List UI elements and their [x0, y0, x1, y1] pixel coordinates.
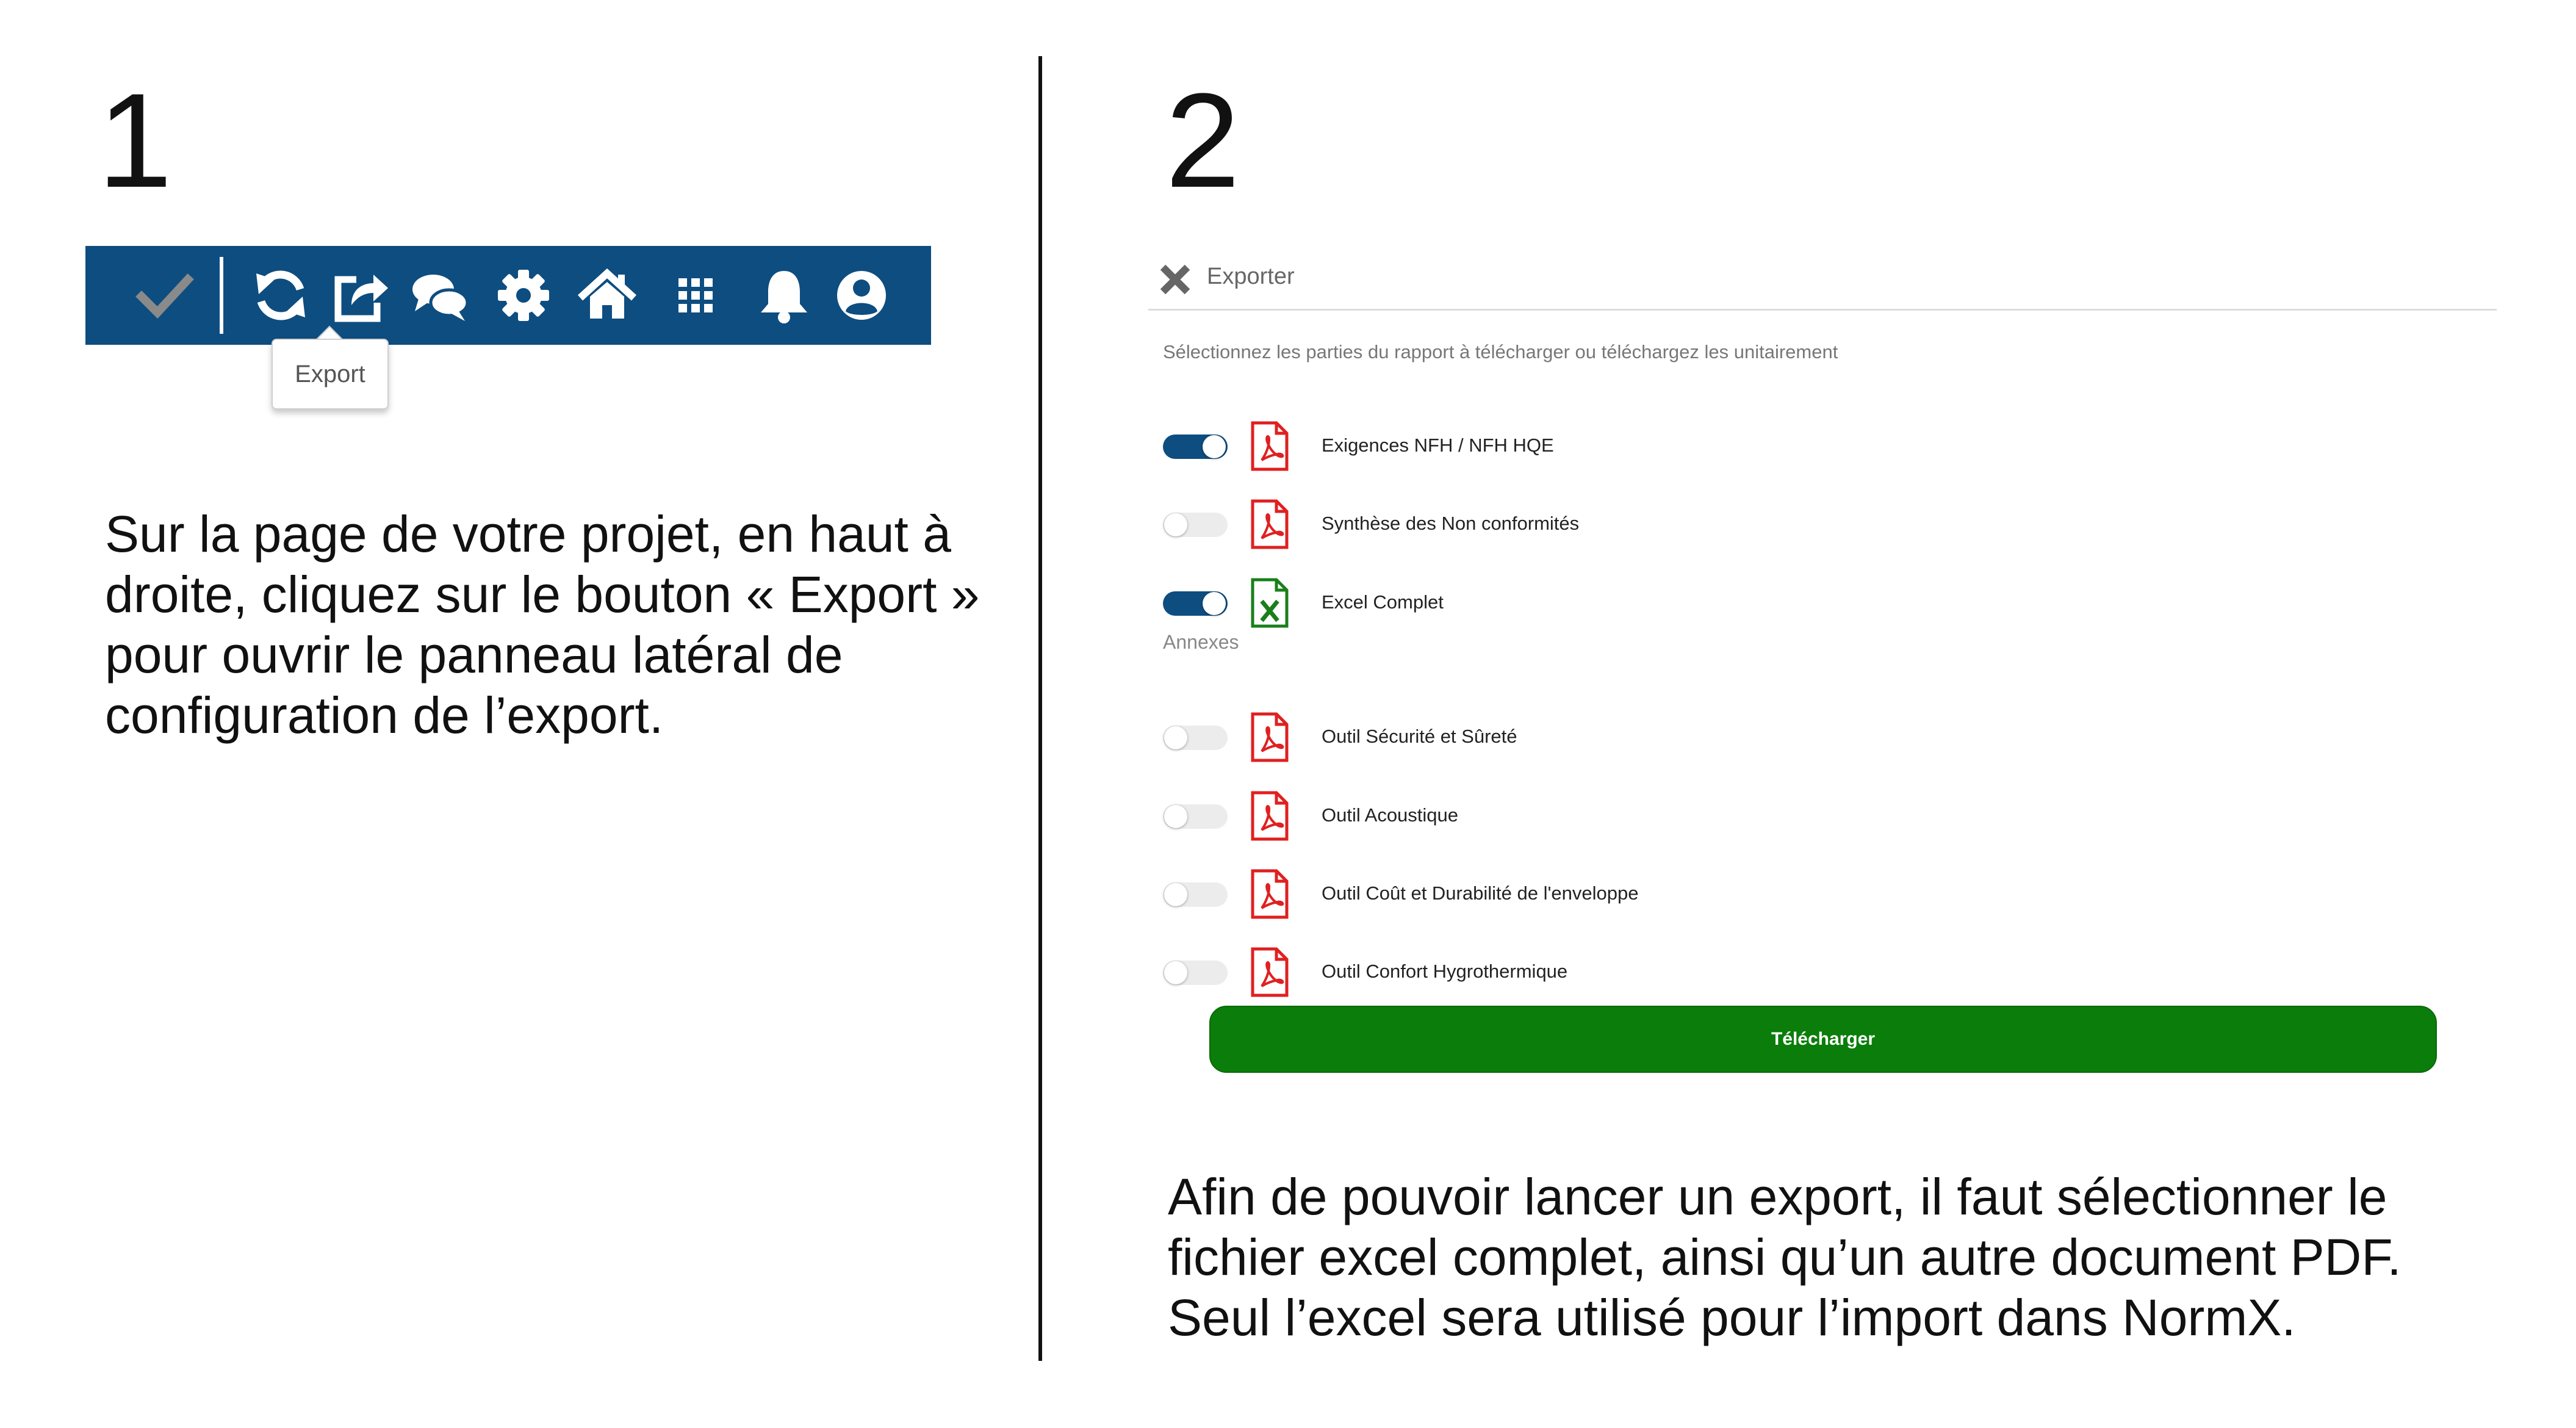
toggle-switch[interactable]: [1163, 726, 1228, 750]
panel-instructions: Sélectionnez les parties du rapport à té…: [1163, 341, 1838, 362]
vertical-divider: [1038, 56, 1042, 1361]
toggle-switch[interactable]: [1163, 961, 1228, 985]
close-icon[interactable]: [1158, 262, 1192, 297]
export-option-label: Outil Coût et Durabilité de l'enveloppe: [1322, 882, 1639, 904]
panel-divider: [1148, 309, 2497, 311]
export-option-label: Excel Complet: [1322, 591, 1444, 613]
pdf-file-icon[interactable]: [1251, 947, 1289, 997]
toggle-knob: [1164, 961, 1187, 984]
export-option-label: Synthèse des Non conformités: [1322, 513, 1580, 534]
pdf-file-icon[interactable]: [1251, 421, 1289, 471]
toggle-switch[interactable]: [1163, 804, 1228, 829]
pdf-file-icon[interactable]: [1251, 499, 1289, 549]
toggle-knob: [1203, 592, 1226, 615]
bell-icon[interactable]: [754, 265, 815, 326]
export-option-label: Outil Acoustique: [1322, 804, 1459, 826]
toggle-switch[interactable]: [1163, 435, 1228, 459]
step-2-description: Afin de pouvoir lancer un export, il fau…: [1168, 1168, 2402, 1346]
refresh-icon[interactable]: [250, 265, 311, 326]
toggle-switch[interactable]: [1163, 591, 1228, 616]
toggle-knob: [1164, 805, 1187, 828]
gear-icon[interactable]: [493, 265, 554, 326]
toggle-knob: [1203, 435, 1226, 458]
export-option-label: Outil Sécurité et Sûreté: [1322, 726, 1517, 747]
check-icon[interactable]: [134, 265, 195, 326]
toggle-knob: [1164, 883, 1187, 906]
export-tooltip: Export: [272, 339, 389, 409]
app-toolbar: [85, 246, 931, 345]
pdf-file-icon[interactable]: [1251, 712, 1289, 762]
export-option-label: Exigences NFH / NFH HQE: [1322, 435, 1554, 456]
grid-apps-icon[interactable]: [665, 265, 726, 326]
toggle-knob: [1164, 513, 1187, 536]
comments-icon[interactable]: [409, 265, 470, 326]
panel-title: Exporter: [1207, 264, 1295, 289]
export-option-label: Outil Confort Hygrothermique: [1322, 961, 1568, 982]
step-1-number: 1: [98, 65, 173, 215]
toggle-knob: [1164, 726, 1187, 749]
toolbar-separator: [220, 257, 223, 334]
toggle-switch[interactable]: [1163, 513, 1228, 537]
pdf-file-icon[interactable]: [1251, 869, 1289, 919]
annexes-label: Annexes: [1163, 631, 1239, 653]
pdf-file-icon[interactable]: [1251, 791, 1289, 841]
export-icon[interactable]: [329, 265, 390, 326]
download-button[interactable]: Télécharger: [1209, 1006, 2437, 1073]
step-2-number: 2: [1165, 65, 1240, 215]
toggle-switch[interactable]: [1163, 882, 1228, 907]
step-1-description: Sur la page de votre projet, en haut à d…: [105, 505, 980, 744]
user-account-icon[interactable]: [831, 265, 892, 326]
excel-file-icon[interactable]: [1251, 578, 1289, 628]
home-icon[interactable]: [577, 265, 638, 326]
